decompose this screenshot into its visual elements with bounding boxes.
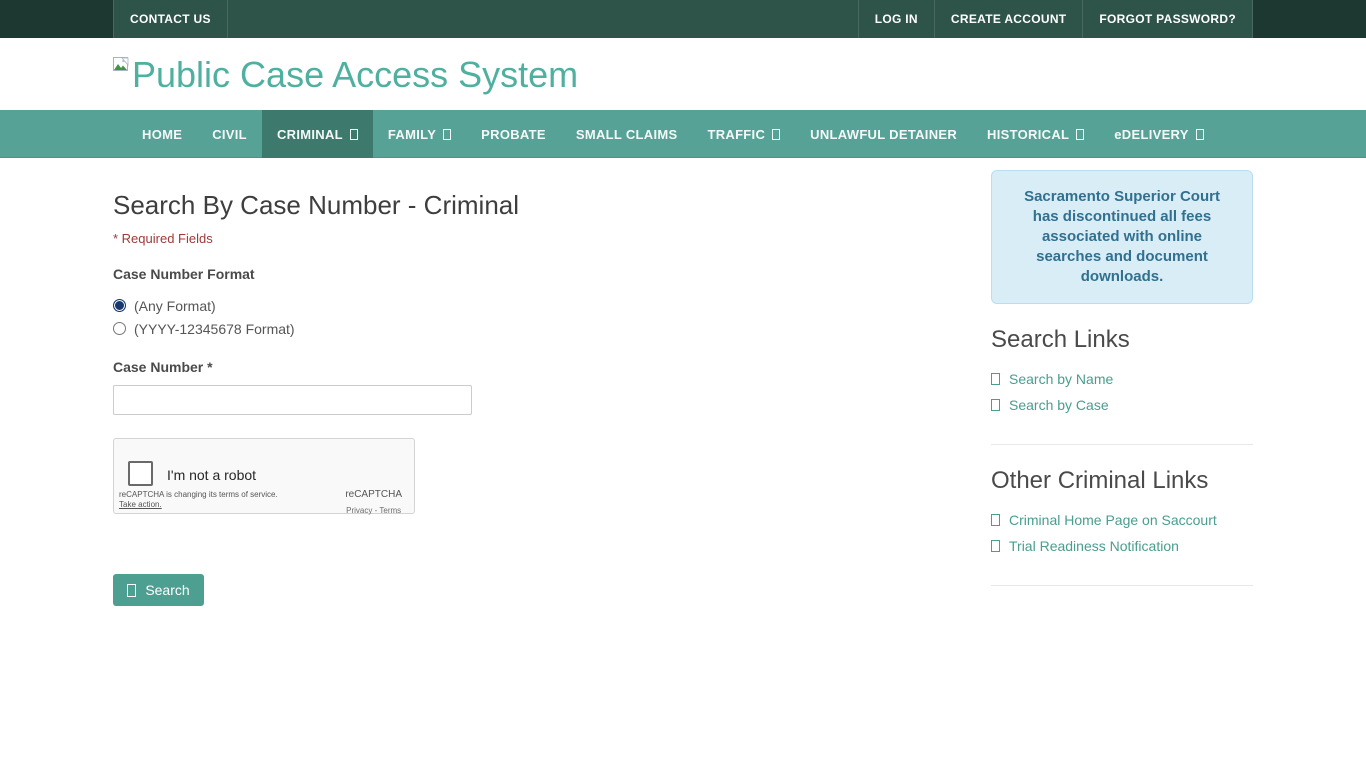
forgot-password-link[interactable]: FORGOT PASSWORD?: [1083, 0, 1253, 38]
trial-readiness-link[interactable]: Trial Readiness Notification: [991, 533, 1253, 559]
nav-label: CIVIL: [212, 127, 247, 142]
search-button-label: Search: [145, 582, 189, 598]
nav-item-traffic[interactable]: TRAFFIC: [692, 110, 795, 158]
link-bullet-icon: [991, 373, 1000, 385]
recaptcha-label: I'm not a robot: [167, 467, 256, 483]
contact-us-link[interactable]: CONTACT US: [113, 0, 228, 38]
radio-label: (YYYY-12345678 Format): [134, 321, 295, 337]
radio-label: (Any Format): [134, 298, 216, 314]
radio-option-yyyy-format[interactable]: (YYYY-12345678 Format): [113, 317, 863, 340]
search-by-case-link[interactable]: Search by Case: [991, 392, 1253, 418]
nav-label: HOME: [142, 127, 182, 142]
nav-item-civil[interactable]: CIVIL: [197, 110, 262, 158]
topbar-right-group: LOG IN CREATE ACCOUNT FORGOT PASSWORD?: [858, 0, 1253, 38]
topbar-left-group: CONTACT US: [113, 0, 228, 38]
create-account-link[interactable]: CREATE ACCOUNT: [935, 0, 1084, 38]
recaptcha-links-separator: -: [375, 506, 378, 515]
radio-button-icon[interactable]: [113, 299, 126, 312]
nav-item-historical[interactable]: HISTORICAL: [972, 110, 1099, 158]
dropdown-caret-icon: [1196, 129, 1204, 140]
top-utility-bar-inner: CONTACT US LOG IN CREATE ACCOUNT FORGOT …: [113, 0, 1253, 38]
dropdown-caret-icon: [443, 129, 451, 140]
sidebar-divider: [991, 585, 1253, 586]
main-content: Search By Case Number - Criminal * Requi…: [113, 170, 863, 606]
dropdown-caret-icon: [772, 129, 780, 140]
search-button[interactable]: Search: [113, 574, 204, 606]
link-label: Search by Case: [1009, 392, 1109, 418]
recaptcha-terms-link[interactable]: Terms: [379, 506, 401, 515]
site-title: Public Case Access System: [132, 55, 578, 95]
link-label: Criminal Home Page on Saccourt: [1009, 507, 1217, 533]
nav-label: CRIMINAL: [277, 127, 343, 142]
recaptcha-brand-name: reCAPTCHA: [345, 489, 402, 500]
top-utility-bar: CONTACT US LOG IN CREATE ACCOUNT FORGOT …: [0, 0, 1366, 38]
link-bullet-icon: [991, 514, 1000, 526]
nav-item-criminal[interactable]: CRIMINAL: [262, 110, 373, 158]
nav-label: HISTORICAL: [987, 127, 1069, 142]
main-nav: HOME CIVIL CRIMINAL FAMILY PROBATE SMALL…: [0, 110, 1366, 158]
recaptcha-notice-text: reCAPTCHA is changing its terms of servi…: [119, 490, 278, 499]
log-in-link[interactable]: LOG IN: [858, 0, 935, 38]
nav-item-family[interactable]: FAMILY: [373, 110, 466, 158]
case-number-input[interactable]: [113, 385, 472, 415]
recaptcha-checkbox[interactable]: [128, 461, 153, 486]
recaptcha-widget: I'm not a robot reCAPTCHA is changing it…: [113, 438, 415, 514]
criminal-home-page-link[interactable]: Criminal Home Page on Saccourt: [991, 507, 1253, 533]
link-label: Trial Readiness Notification: [1009, 533, 1179, 559]
required-fields-note: * Required Fields: [113, 231, 863, 246]
recaptcha-brand: reCAPTCHA Privacy - Terms: [345, 489, 402, 518]
page-title: Search By Case Number - Criminal: [113, 190, 863, 221]
radio-option-any-format[interactable]: (Any Format): [113, 294, 863, 317]
search-by-name-link[interactable]: Search by Name: [991, 366, 1253, 392]
link-bullet-icon: [991, 540, 1000, 552]
case-number-format-label: Case Number Format: [113, 266, 863, 282]
nav-item-home[interactable]: HOME: [127, 110, 197, 158]
dropdown-caret-icon: [350, 129, 358, 140]
nav-label: eDELIVERY: [1114, 127, 1188, 142]
link-label: Search by Name: [1009, 366, 1113, 392]
nav-label: TRAFFIC: [707, 127, 765, 142]
case-number-label: Case Number *: [113, 359, 863, 375]
recaptcha-privacy-link[interactable]: Privacy: [346, 506, 372, 515]
dropdown-caret-icon: [1076, 129, 1084, 140]
sidebar-divider: [991, 444, 1253, 445]
recaptcha-notice: reCAPTCHA is changing its terms of servi…: [119, 490, 278, 510]
other-criminal-links-title: Other Criminal Links: [991, 467, 1253, 495]
broken-image-icon: [113, 57, 130, 74]
radio-button-icon[interactable]: [113, 322, 126, 335]
nav-label: UNLAWFUL DETAINER: [810, 127, 957, 142]
site-logo-link[interactable]: Public Case Access System: [113, 38, 1253, 95]
search-links-title: Search Links: [991, 326, 1253, 354]
recaptcha-take-action-link[interactable]: Take action.: [119, 500, 162, 509]
link-bullet-icon: [991, 399, 1000, 411]
nav-label: SMALL CLAIMS: [576, 127, 678, 142]
search-icon: [127, 584, 136, 597]
nav-item-unlawful-detainer[interactable]: UNLAWFUL DETAINER: [795, 110, 972, 158]
nav-label: FAMILY: [388, 127, 436, 142]
fee-notice-box: Sacramento Superior Court has discontinu…: [991, 170, 1253, 304]
nav-label: PROBATE: [481, 127, 546, 142]
site-header: Public Case Access System: [0, 38, 1366, 110]
nav-item-probate[interactable]: PROBATE: [466, 110, 561, 158]
sidebar: Sacramento Superior Court has discontinu…: [991, 170, 1253, 600]
nav-item-edelivery[interactable]: eDELIVERY: [1099, 110, 1218, 158]
nav-item-small-claims[interactable]: SMALL CLAIMS: [561, 110, 693, 158]
